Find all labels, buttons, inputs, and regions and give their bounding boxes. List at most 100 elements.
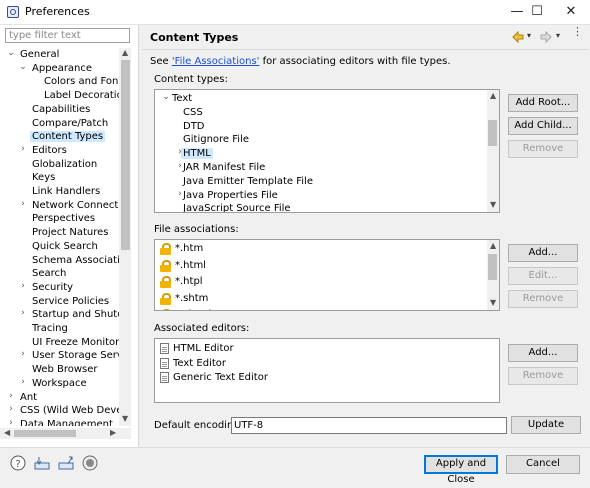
expanded-chevron-icon[interactable]: ⌄ xyxy=(18,62,28,72)
add-child-button[interactable]: Add Child... xyxy=(508,117,578,135)
locked-icon xyxy=(160,276,171,288)
collapsed-chevron-icon[interactable]: › xyxy=(18,144,28,154)
file-associations-link[interactable]: 'File Associations' xyxy=(172,56,260,67)
content-type-item[interactable]: JavaScript Source File xyxy=(183,202,291,212)
tree-item[interactable]: Data Management xyxy=(20,418,113,426)
tree-item[interactable]: Editors xyxy=(32,144,67,158)
remove-file-association-button[interactable]: Remove xyxy=(508,290,578,308)
collapsed-chevron-icon[interactable]: › xyxy=(6,391,16,401)
update-button[interactable]: Update xyxy=(511,416,581,434)
tree-item[interactable]: Compare/Patch xyxy=(32,117,108,131)
tree-item[interactable]: Web Browser xyxy=(32,363,98,377)
scroll-up-icon[interactable]: ▲ xyxy=(122,48,128,57)
tree-item[interactable]: Service Policies xyxy=(32,295,109,309)
help-icon[interactable]: ? xyxy=(10,455,26,471)
content-type-item[interactable]: Java Emitter Template File xyxy=(183,175,313,189)
remove-content-type-button[interactable]: Remove xyxy=(508,140,578,158)
tree-item[interactable]: Perspectives xyxy=(32,212,95,226)
tree-item[interactable]: Globalization xyxy=(32,158,97,172)
content-type-item[interactable]: Text xyxy=(172,92,192,106)
edit-file-association-button[interactable]: Edit... xyxy=(508,267,578,285)
content-type-item[interactable]: DTD xyxy=(183,120,205,134)
tree-item[interactable]: Appearance xyxy=(32,62,92,76)
filter-input[interactable] xyxy=(5,28,130,43)
remove-editor-button[interactable]: Remove xyxy=(508,367,578,385)
scroll-up-icon[interactable]: ▲ xyxy=(490,241,496,250)
collapsed-chevron-icon[interactable]: › xyxy=(18,308,28,318)
tree-item[interactable]: Content Types xyxy=(30,130,106,144)
editor-item[interactable]: Text Editor xyxy=(173,357,226,371)
cancel-button[interactable]: Cancel xyxy=(506,455,580,474)
tree-item[interactable]: Tracing xyxy=(32,322,68,336)
scroll-left-icon[interactable]: ◀ xyxy=(4,428,10,437)
scroll-up-icon[interactable]: ▲ xyxy=(490,91,496,100)
file-associations-scrollbar[interactable]: ▲ ▼ xyxy=(487,240,499,310)
tree-item[interactable]: General xyxy=(20,48,59,62)
tree-item[interactable]: Capabilities xyxy=(32,103,90,117)
add-file-association-button[interactable]: Add... xyxy=(508,244,578,262)
content-type-item[interactable]: CSS xyxy=(183,106,203,120)
tree-item[interactable]: Colors and Fonts xyxy=(44,75,119,89)
tree-item[interactable]: Workspace xyxy=(32,377,87,391)
tree-item[interactable]: Project Natures xyxy=(32,226,109,240)
tree-item[interactable]: Label Decorations xyxy=(44,89,119,103)
collapsed-chevron-icon[interactable]: › xyxy=(6,404,16,414)
scroll-down-icon[interactable]: ▼ xyxy=(122,414,128,423)
content-types-scroll-thumb[interactable] xyxy=(488,120,497,146)
tree-item[interactable]: UI Freeze Monitoring xyxy=(32,336,119,350)
collapsed-chevron-icon[interactable]: › xyxy=(18,281,28,291)
editor-item[interactable]: HTML Editor xyxy=(173,342,234,356)
add-editor-button[interactable]: Add... xyxy=(508,344,578,362)
file-association-item[interactable]: *.htpl xyxy=(175,275,203,289)
tree-item[interactable]: Keys xyxy=(32,171,55,185)
pane-divider[interactable] xyxy=(138,25,139,447)
file-association-item[interactable]: *.html xyxy=(175,259,206,273)
add-root-button[interactable]: Add Root... xyxy=(508,94,578,112)
tree-item[interactable]: Ant xyxy=(20,391,37,405)
expanded-chevron-icon[interactable]: ⌄ xyxy=(161,92,171,102)
tree-item[interactable]: Link Handlers xyxy=(32,185,100,199)
content-type-item[interactable]: Java Properties File xyxy=(183,189,278,203)
back-menu-icon[interactable]: ▾ xyxy=(527,31,531,40)
tree-item[interactable]: Network Connection xyxy=(32,199,119,213)
scroll-right-icon[interactable]: ▶ xyxy=(110,428,116,437)
tree-item[interactable]: Quick Search xyxy=(32,240,98,254)
import-icon[interactable] xyxy=(34,455,50,471)
back-arrow-icon[interactable] xyxy=(512,30,524,44)
content-type-item[interactable]: Gitignore File xyxy=(183,133,249,147)
tree-item[interactable]: CSS (Wild Web Developer) xyxy=(20,404,119,418)
tree-item[interactable]: User Storage Service xyxy=(32,349,119,363)
associated-editors-list[interactable]: HTML Editor Text Editor Generic Text Edito… xyxy=(154,338,500,403)
forward-menu-icon[interactable]: ▾ xyxy=(556,31,560,40)
editor-item[interactable]: Generic Text Editor xyxy=(173,371,268,385)
forward-arrow-icon[interactable] xyxy=(540,30,552,44)
collapsed-chevron-icon[interactable]: › xyxy=(6,418,16,426)
collapsed-chevron-icon[interactable]: › xyxy=(18,199,28,209)
close-button[interactable]: ✕ xyxy=(551,0,590,24)
file-association-item[interactable]: *.htm xyxy=(175,242,203,256)
oomph-record-icon[interactable] xyxy=(82,455,98,471)
scroll-down-icon[interactable]: ▼ xyxy=(490,298,496,307)
default-encoding-input[interactable] xyxy=(231,417,507,434)
apply-and-close-button[interactable]: Apply and Close xyxy=(424,455,498,485)
tree-item[interactable]: Security xyxy=(32,281,73,295)
content-type-item[interactable]: JAR Manifest File xyxy=(183,161,265,175)
export-icon[interactable] xyxy=(58,455,74,471)
expanded-chevron-icon[interactable]: ⌄ xyxy=(6,48,16,58)
tree-hscroll-thumb[interactable] xyxy=(14,430,76,437)
file-associations-scroll-thumb[interactable] xyxy=(488,254,497,280)
collapsed-chevron-icon[interactable]: › xyxy=(18,349,28,359)
tree-item[interactable]: Startup and Shutdown xyxy=(32,308,119,322)
file-associations-list[interactable]: *.htm *.html *.htpl *.shtm *.shtml ▲ ▼ xyxy=(154,239,500,311)
file-association-item[interactable]: *.shtml xyxy=(175,308,211,310)
tree-item[interactable]: Schema Associations xyxy=(32,254,119,268)
file-association-item[interactable]: *.shtm xyxy=(175,292,208,306)
collapsed-chevron-icon[interactable]: › xyxy=(18,377,28,387)
content-types-tree[interactable]: ⌄ Text CSS DTD Gitignore File › HTML › JAR Manif… xyxy=(154,89,500,213)
content-types-scrollbar[interactable]: ▲ ▼ xyxy=(487,90,499,212)
content-type-item[interactable]: HTML xyxy=(181,147,213,161)
scroll-down-icon[interactable]: ▼ xyxy=(490,200,496,209)
view-menu-icon[interactable]: ⋮ xyxy=(572,26,583,37)
tree-item[interactable]: Search xyxy=(32,267,66,281)
tree-scroll-thumb[interactable] xyxy=(121,60,130,250)
